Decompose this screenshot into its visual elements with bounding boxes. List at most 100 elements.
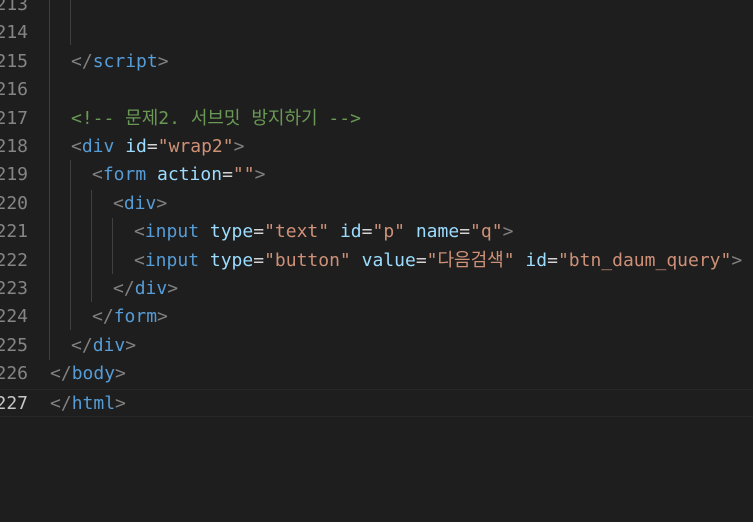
code-line[interactable]: 217 <!-- 문제2. 서브밋 방지하기 --> — [0, 105, 753, 133]
code-line[interactable]: 214 — [0, 19, 753, 47]
code-text: </form> — [92, 303, 168, 331]
code-editor[interactable]: 213 214 215 </script> 216 217 <!-- 문제2. 서브밋 방지… — [0, 0, 753, 522]
code-token: id — [525, 249, 548, 271]
code-text: <div> — [113, 190, 167, 218]
code-line[interactable]: 225 </div> — [0, 332, 753, 360]
code-text: </script> — [71, 48, 169, 76]
code-token: = — [459, 221, 471, 243]
code-line[interactable]: 226 </body> — [0, 360, 753, 388]
code-line[interactable]: 216 — [0, 76, 753, 104]
code-token: id — [339, 221, 362, 243]
code-text: <form action=""> — [92, 161, 265, 189]
code-token: = — [146, 136, 158, 157]
code-token: "p" — [372, 221, 405, 243]
code-token: </ — [113, 278, 135, 299]
line-number: 222 — [0, 249, 28, 271]
code-token: > — [167, 278, 179, 299]
code-token: script — [92, 50, 158, 72]
code-token: "button" — [264, 249, 351, 271]
code-token: form — [113, 306, 158, 328]
code-token: "q" — [470, 221, 503, 243]
code-token: action — [157, 164, 223, 186]
code-token: > — [156, 192, 168, 214]
line-number: 215 — [0, 50, 28, 72]
code-line[interactable]: 219 <form action=""> — [0, 161, 753, 189]
code-text: <input type="button" value="다음검색" id="bt… — [134, 247, 742, 275]
code-token: "" — [232, 164, 255, 186]
code-line[interactable]: 215 </script> — [0, 48, 753, 76]
code-token: "text" — [264, 221, 330, 243]
code-token: value — [361, 249, 416, 271]
line-number: 214 — [0, 22, 28, 44]
line-number: 213 — [0, 0, 28, 15]
code-line[interactable]: 224 </form> — [0, 303, 753, 331]
code-line[interactable]: 218 <div id="wrap2"> — [0, 133, 753, 161]
code-token: input — [144, 221, 200, 243]
line-number: 224 — [0, 306, 28, 328]
line-number: 217 — [0, 107, 28, 129]
code-token: < — [134, 249, 145, 271]
code-token: <!-- 문제2. 서브밋 방지하기 --> — [71, 107, 361, 129]
code-token: > — [157, 306, 168, 328]
code-token: </ — [50, 363, 72, 385]
code-token: = — [361, 221, 373, 243]
code-token: "다음검색" — [426, 249, 515, 271]
code-token: > — [115, 363, 126, 385]
code-token: form — [102, 164, 147, 186]
code-token: id — [125, 136, 147, 157]
code-line[interactable]: 220 <div> — [0, 190, 753, 218]
line-number: 218 — [0, 136, 28, 157]
code-token: </ — [92, 306, 114, 328]
code-text: </div> — [71, 332, 136, 360]
code-token: > — [254, 164, 266, 186]
code-text: </div> — [113, 275, 178, 303]
code-token: = — [253, 221, 265, 243]
code-line[interactable]: 223 </div> — [0, 275, 753, 303]
code-token: < — [113, 192, 124, 214]
code-text: <div id="wrap2"> — [71, 133, 244, 161]
code-token: "wrap2" — [157, 136, 234, 157]
line-number: 216 — [0, 79, 28, 101]
code-token: </ — [71, 50, 93, 72]
code-token: "btn_daum_query" — [557, 249, 732, 271]
code-token: body — [71, 363, 116, 385]
code-token: div — [92, 334, 126, 356]
code-token: html — [71, 392, 116, 414]
code-token: > — [115, 392, 126, 414]
code-line[interactable]: 213 — [0, 0, 753, 19]
code-line[interactable]: 222 <input type="button" value="다음검색" id=… — [0, 247, 753, 275]
line-number: 225 — [0, 334, 28, 356]
code-token: = — [253, 249, 265, 271]
line-number: 220 — [0, 192, 28, 214]
code-token: </ — [71, 334, 93, 356]
code-token: = — [222, 164, 233, 186]
code-token: type — [209, 221, 254, 243]
code-line[interactable]: 221 <input type="text" id="p" name="q"> — [0, 218, 753, 246]
line-number: 227 — [0, 392, 28, 414]
code-token: input — [144, 249, 200, 271]
code-token: < — [134, 221, 145, 243]
code-token: </ — [50, 392, 72, 414]
code-text: </html> — [50, 390, 126, 418]
code-token: > — [502, 221, 514, 243]
line-number: 219 — [0, 164, 28, 186]
code-text: </body> — [50, 360, 126, 388]
code-token: < — [92, 164, 103, 186]
code-token: > — [157, 50, 169, 72]
code-token: > — [233, 136, 245, 157]
line-number: 223 — [0, 278, 28, 299]
code-token: div — [134, 278, 168, 299]
code-token: = — [415, 249, 427, 271]
code-line[interactable]: 227 </html> — [0, 388, 753, 418]
code-token: div — [123, 192, 157, 214]
code-text: <input type="text" id="p" name="q"> — [134, 218, 513, 246]
code-token: name — [415, 221, 460, 243]
code-token: type — [209, 249, 254, 271]
